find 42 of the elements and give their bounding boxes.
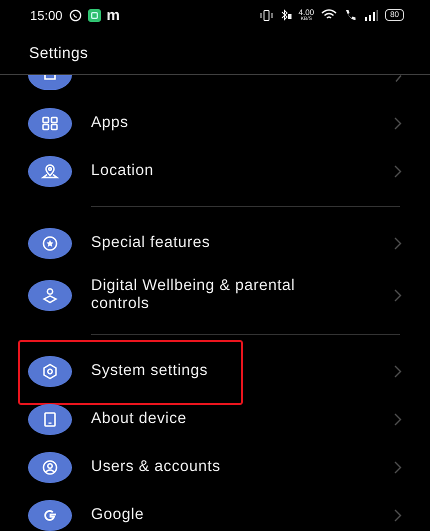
item-label: Location — [91, 162, 155, 180]
tablet-icon — [28, 404, 72, 434]
hexagon-gear-icon — [28, 356, 72, 386]
settings-item[interactable]: Google — [0, 491, 430, 531]
settings-item[interactable]: Location — [0, 147, 430, 195]
app-icon — [88, 8, 101, 22]
clock: 15:00 — [30, 8, 63, 22]
settings-item[interactable]: Users & accounts — [0, 443, 430, 491]
item-label: Apps — [91, 114, 130, 132]
chevron-icon — [394, 364, 402, 378]
chevron-icon — [394, 288, 402, 302]
chevron-icon — [394, 412, 402, 426]
bluetooth-icon — [280, 9, 292, 21]
settings-item[interactable]: Special features — [0, 219, 430, 267]
page-title: Settings — [28, 44, 88, 63]
chevron-icon — [395, 75, 402, 82]
chevron-icon — [394, 164, 402, 178]
item-label: About device — [91, 410, 188, 428]
item-label: Google — [91, 506, 145, 524]
chevron-icon — [394, 508, 402, 522]
call-icon — [344, 9, 358, 21]
wifi-icon — [321, 9, 338, 21]
settings-item[interactable]: Apps — [0, 99, 430, 147]
vibrate-icon — [260, 10, 273, 20]
item-label: Users & accounts — [91, 458, 222, 476]
settings-item[interactable]: About device — [0, 395, 430, 443]
app-letter: m — [106, 6, 120, 24]
item-label: Special features — [91, 234, 212, 252]
apps-grid-icon — [28, 108, 72, 138]
location-pin-icon — [28, 156, 72, 186]
signal-icon — [364, 10, 378, 20]
item-label: System settings — [91, 362, 209, 380]
chevron-icon — [394, 236, 402, 250]
item-label: Digital Wellbeing & parental controls — [91, 277, 296, 313]
star-badge-icon — [28, 228, 72, 258]
chat-icon — [68, 8, 82, 22]
battery-level: 80 — [385, 9, 404, 21]
chevron-icon — [394, 460, 402, 474]
settings-item[interactable]: Digital Wellbeing & parental controls — [0, 267, 430, 323]
chevron-icon — [394, 116, 402, 130]
settings-item[interactable]: System settings — [0, 347, 430, 395]
user-circle-icon — [28, 452, 72, 482]
